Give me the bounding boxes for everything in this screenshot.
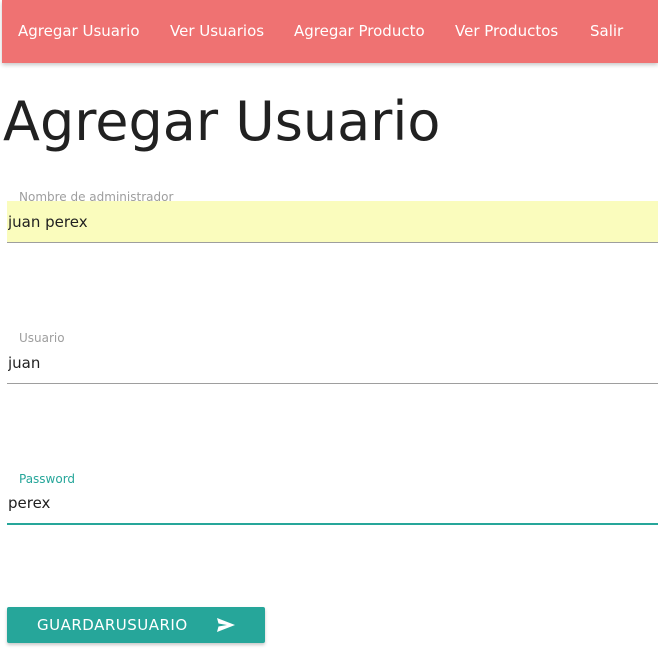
nav-agregar-producto[interactable]: Agregar Producto	[294, 0, 425, 63]
admin-name-input[interactable]	[7, 201, 658, 243]
password-field: Password	[7, 472, 658, 529]
admin-name-label: Nombre de administrador	[19, 190, 174, 204]
password-input[interactable]	[7, 483, 658, 525]
username-field: Usuario	[7, 331, 658, 388]
top-navbar: Agregar Usuario Ver Usuarios Agregar Pro…	[2, 0, 658, 63]
page-title: Agregar Usuario	[3, 90, 441, 153]
send-icon	[217, 618, 235, 632]
password-label: Password	[19, 472, 76, 486]
admin-name-field: Nombre de administrador	[7, 190, 658, 247]
save-user-button[interactable]: GUARDARUSUARIO	[7, 607, 265, 643]
nav-agregar-usuario[interactable]: Agregar Usuario	[18, 0, 140, 63]
nav-ver-usuarios[interactable]: Ver Usuarios	[170, 0, 264, 63]
save-user-button-label: GUARDARUSUARIO	[37, 616, 188, 634]
nav-salir[interactable]: Salir	[590, 0, 623, 63]
username-label: Usuario	[19, 331, 65, 345]
nav-ver-productos[interactable]: Ver Productos	[455, 0, 558, 63]
username-input[interactable]	[7, 342, 658, 384]
